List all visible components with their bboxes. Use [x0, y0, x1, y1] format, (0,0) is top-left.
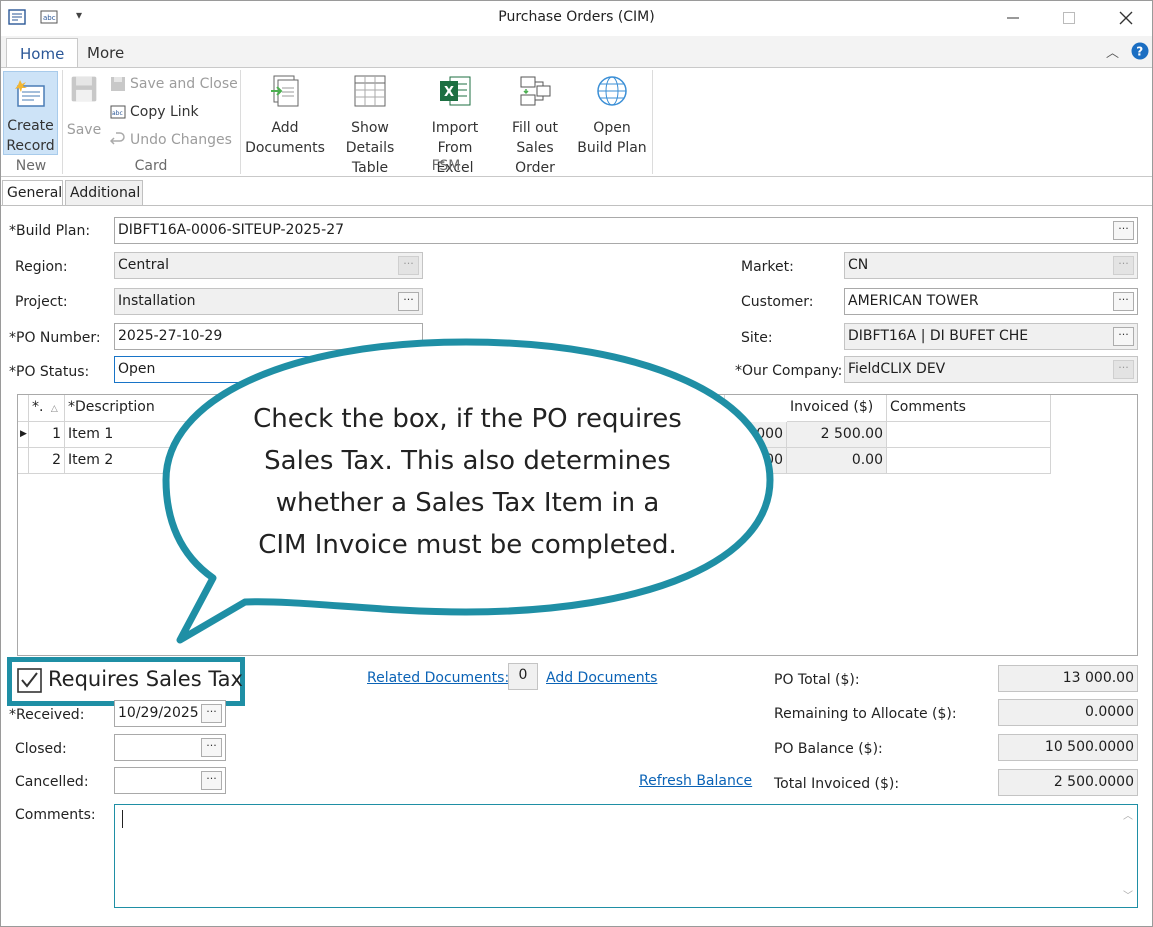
- received-date-picker-button[interactable]: ···: [201, 704, 222, 723]
- requires-sales-tax-checkbox[interactable]: [17, 668, 42, 693]
- callout-line: Sales Tax. This also determines: [264, 446, 671, 476]
- po-balance-label: PO Balance ($):: [774, 741, 883, 757]
- closed-date-picker-button[interactable]: ···: [201, 738, 222, 757]
- callout-text: Check the box, if the PO requires Sales …: [180, 398, 755, 566]
- callout-line: whether a Sales Tax Item in a: [275, 488, 660, 518]
- comments-scrollbar[interactable]: ︿ ﹀: [1119, 805, 1137, 907]
- add-documents-link[interactable]: Add Documents: [546, 670, 657, 686]
- requires-sales-tax-label[interactable]: Requires Sales Tax: [48, 667, 243, 691]
- remaining-to-allocate-label: Remaining to Allocate ($):: [774, 706, 957, 722]
- refresh-balance-link[interactable]: Refresh Balance: [639, 773, 752, 789]
- total-invoiced-label: Total Invoiced ($):: [774, 776, 900, 792]
- comments-textarea[interactable]: ︿ ﹀: [114, 804, 1138, 908]
- cancelled-date-picker-button[interactable]: ···: [201, 771, 222, 790]
- related-documents-link[interactable]: Related Documents:: [367, 670, 509, 686]
- total-invoiced-value: 2 500.0000: [998, 769, 1138, 796]
- text-cursor: [122, 810, 123, 828]
- closed-label: Closed:: [15, 741, 67, 757]
- closed-date-field[interactable]: ···: [114, 734, 226, 761]
- cancelled-date-field[interactable]: ···: [114, 767, 226, 794]
- received-label: *Received:: [9, 707, 85, 723]
- po-balance-value: 10 500.0000: [998, 734, 1138, 761]
- received-date-value: 10/29/2025: [118, 705, 199, 721]
- received-date-field[interactable]: 10/29/2025 ···: [114, 700, 226, 727]
- scroll-up-icon[interactable]: ︿: [1123, 807, 1133, 822]
- po-total-value: 13 000.00: [998, 665, 1138, 692]
- po-total-label: PO Total ($):: [774, 672, 860, 688]
- comments-label: Comments:: [15, 807, 96, 823]
- callout-line: Check the box, if the PO requires: [253, 404, 682, 434]
- remaining-to-allocate-value: 0.0000: [998, 699, 1138, 726]
- callout-line: CIM Invoice must be completed.: [258, 530, 677, 560]
- cancelled-label: Cancelled:: [15, 774, 89, 790]
- scroll-down-icon[interactable]: ﹀: [1123, 887, 1133, 902]
- related-documents-count: 0: [508, 663, 538, 690]
